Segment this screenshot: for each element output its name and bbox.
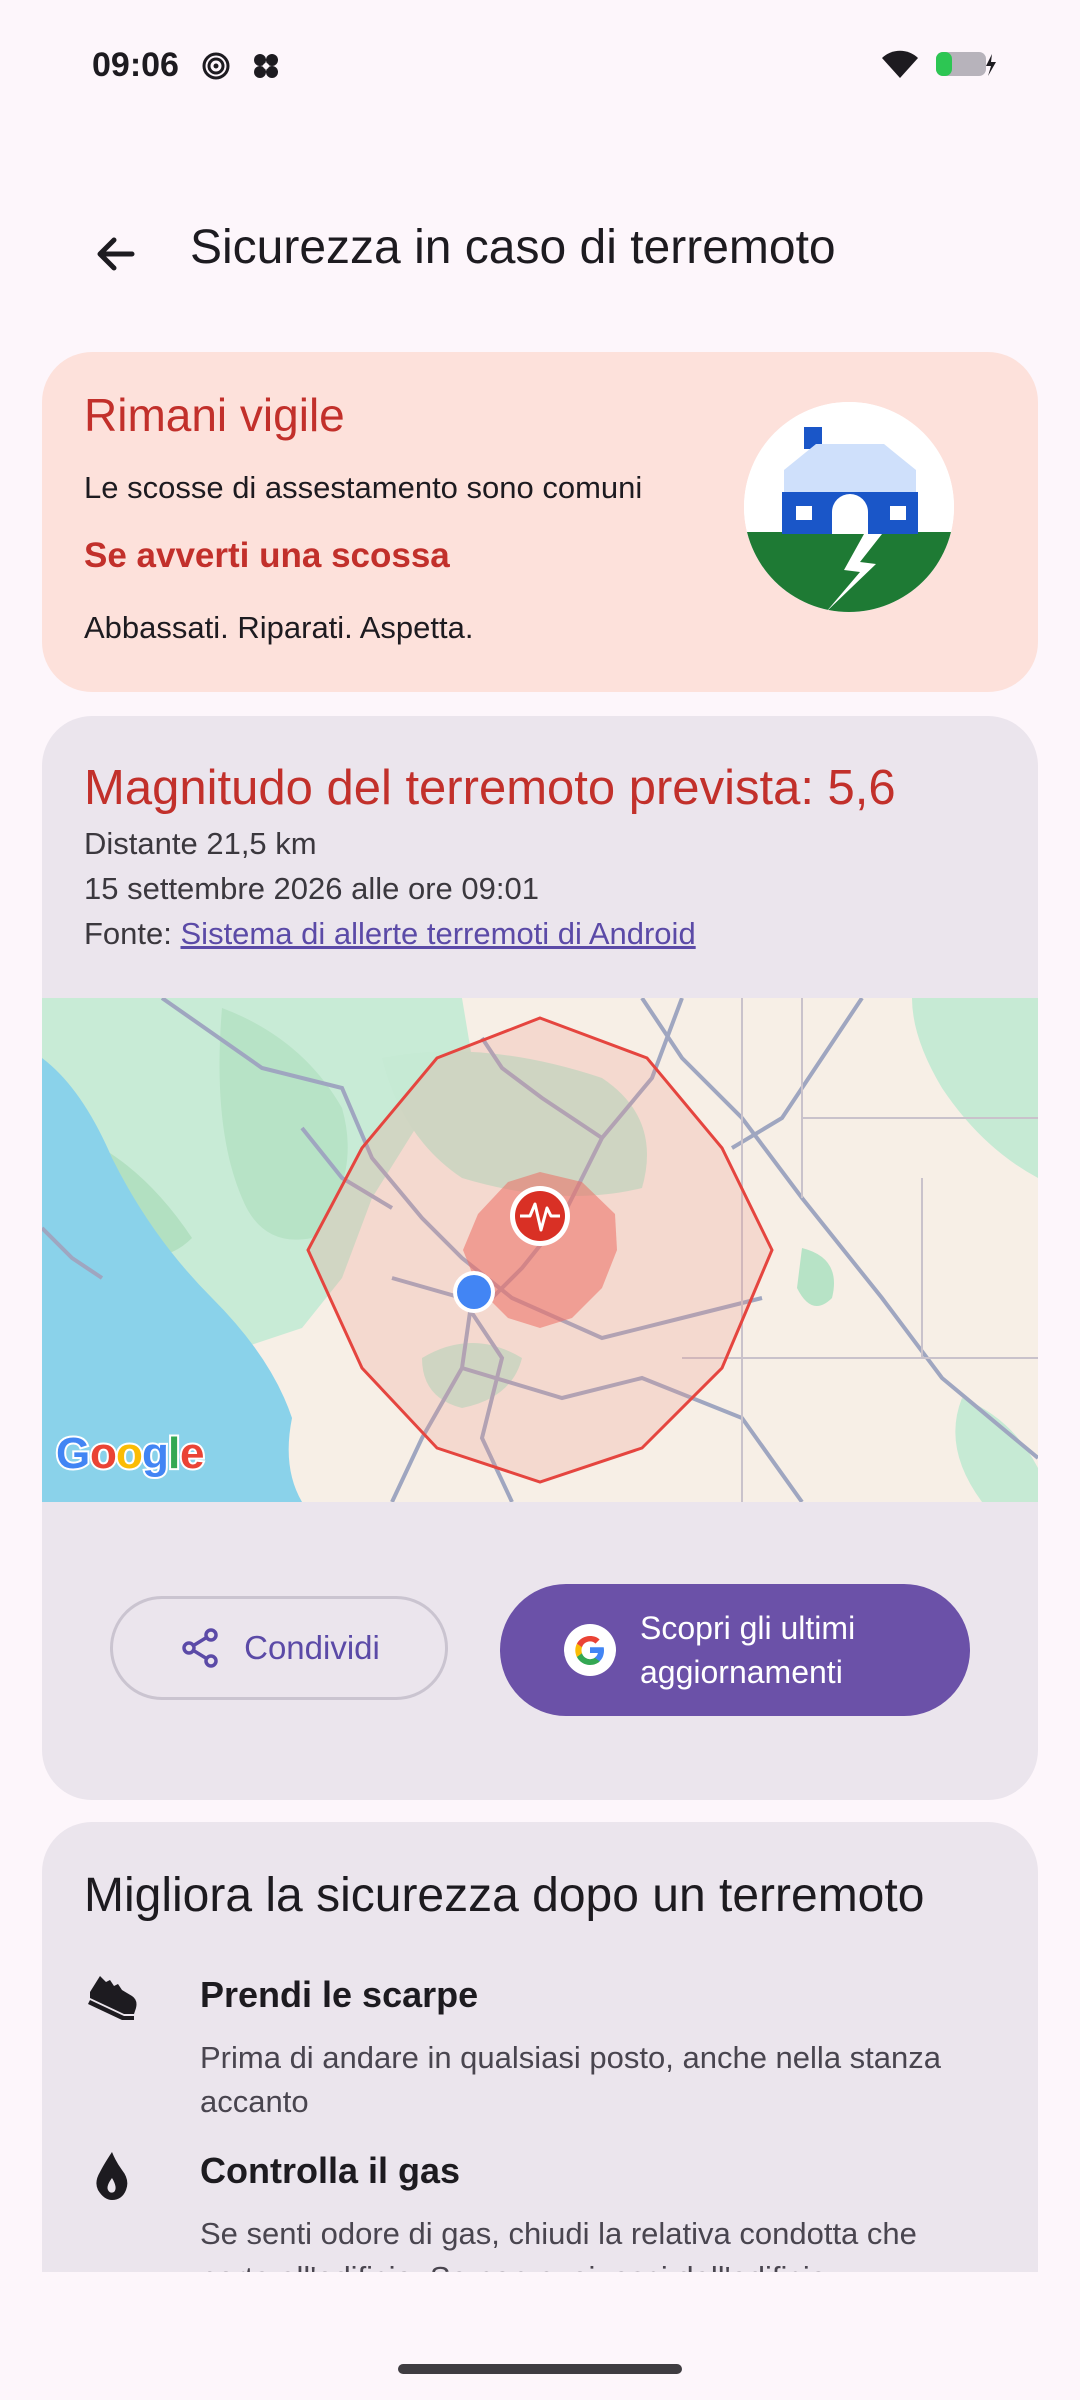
alert-steps: Abbassati. Riparati. Aspetta.: [84, 610, 474, 645]
share-icon: [182, 1628, 218, 1668]
source-line: Fonte: Sistema di allerte terremoti di A…: [84, 916, 696, 952]
status-right: [880, 48, 998, 80]
shoe-icon: [84, 1968, 140, 2024]
source-label: Fonte:: [84, 916, 181, 951]
safety-title: Migliora la sicurezza dopo un terremoto: [84, 1869, 925, 1922]
earthquake-map[interactable]: G o o g l e: [42, 996, 1038, 1504]
safety-tips-card: Migliora la sicurezza dopo un terremoto …: [42, 1822, 1038, 2272]
back-button[interactable]: [80, 218, 152, 290]
tip-body: Prima di andare in qualsiasi posto, anch…: [200, 2040, 942, 2119]
latest-updates-label: Scopri gli ultimi aggiornamenti: [640, 1610, 856, 1690]
alert-subtitle: Le scosse di assestamento sono comuni: [84, 470, 643, 505]
svg-text:g: g: [142, 1429, 169, 1478]
svg-text:o: o: [90, 1429, 117, 1478]
page-title: Sicurezza in caso di terremoto: [190, 221, 836, 274]
svg-text:G: G: [56, 1429, 90, 1478]
home-indicator[interactable]: [398, 2364, 682, 2374]
datetime-text: 15 settembre 2026 alle ore 09:01: [84, 871, 539, 906]
distance-text: Distante 21,5 km: [84, 826, 317, 861]
app-bar: Sicurezza in caso di terremoto: [0, 180, 1080, 320]
aftershock-alert-card: Rimani vigile Le scosse di assestamento …: [42, 352, 1038, 692]
google-g-icon: [564, 1624, 616, 1676]
battery-charging-icon: [936, 52, 996, 76]
alert-action-title: Se avverti una scossa: [84, 536, 450, 575]
wifi-icon: [882, 50, 918, 78]
svg-text:o: o: [116, 1429, 143, 1478]
share-button[interactable]: Condividi: [110, 1596, 448, 1700]
hotspot-icon: [202, 52, 230, 80]
svg-text:e: e: [180, 1429, 204, 1478]
tip-body: Se senti odore di gas, chiudi la relativ…: [200, 2216, 917, 2272]
gas-flame-icon: [84, 2148, 140, 2204]
tip-title: Prendi le scarpe: [200, 1974, 479, 2015]
status-bar: 09:06: [0, 0, 1080, 135]
alert-title: Rimani vigile: [84, 389, 345, 441]
magnitude-title: Magnitudo del terremoto prevista: 5,6: [84, 761, 896, 815]
pinwheel-icon: [254, 54, 278, 78]
share-label: Condividi: [244, 1629, 380, 1666]
svg-text:l: l: [168, 1429, 180, 1478]
latest-updates-button[interactable]: Scopri gli ultimi aggiornamenti: [500, 1584, 970, 1716]
source-link[interactable]: Sistema di allerte terremoti di Android: [181, 916, 696, 951]
arrow-back-icon: [97, 237, 135, 271]
earthquake-info-card: Magnitudo del terremoto prevista: 5,6 Di…: [42, 716, 1038, 1800]
tip-title: Controlla il gas: [200, 2150, 461, 2191]
status-time: 09:06: [92, 46, 179, 84]
house-crack-illustration: [744, 402, 954, 612]
